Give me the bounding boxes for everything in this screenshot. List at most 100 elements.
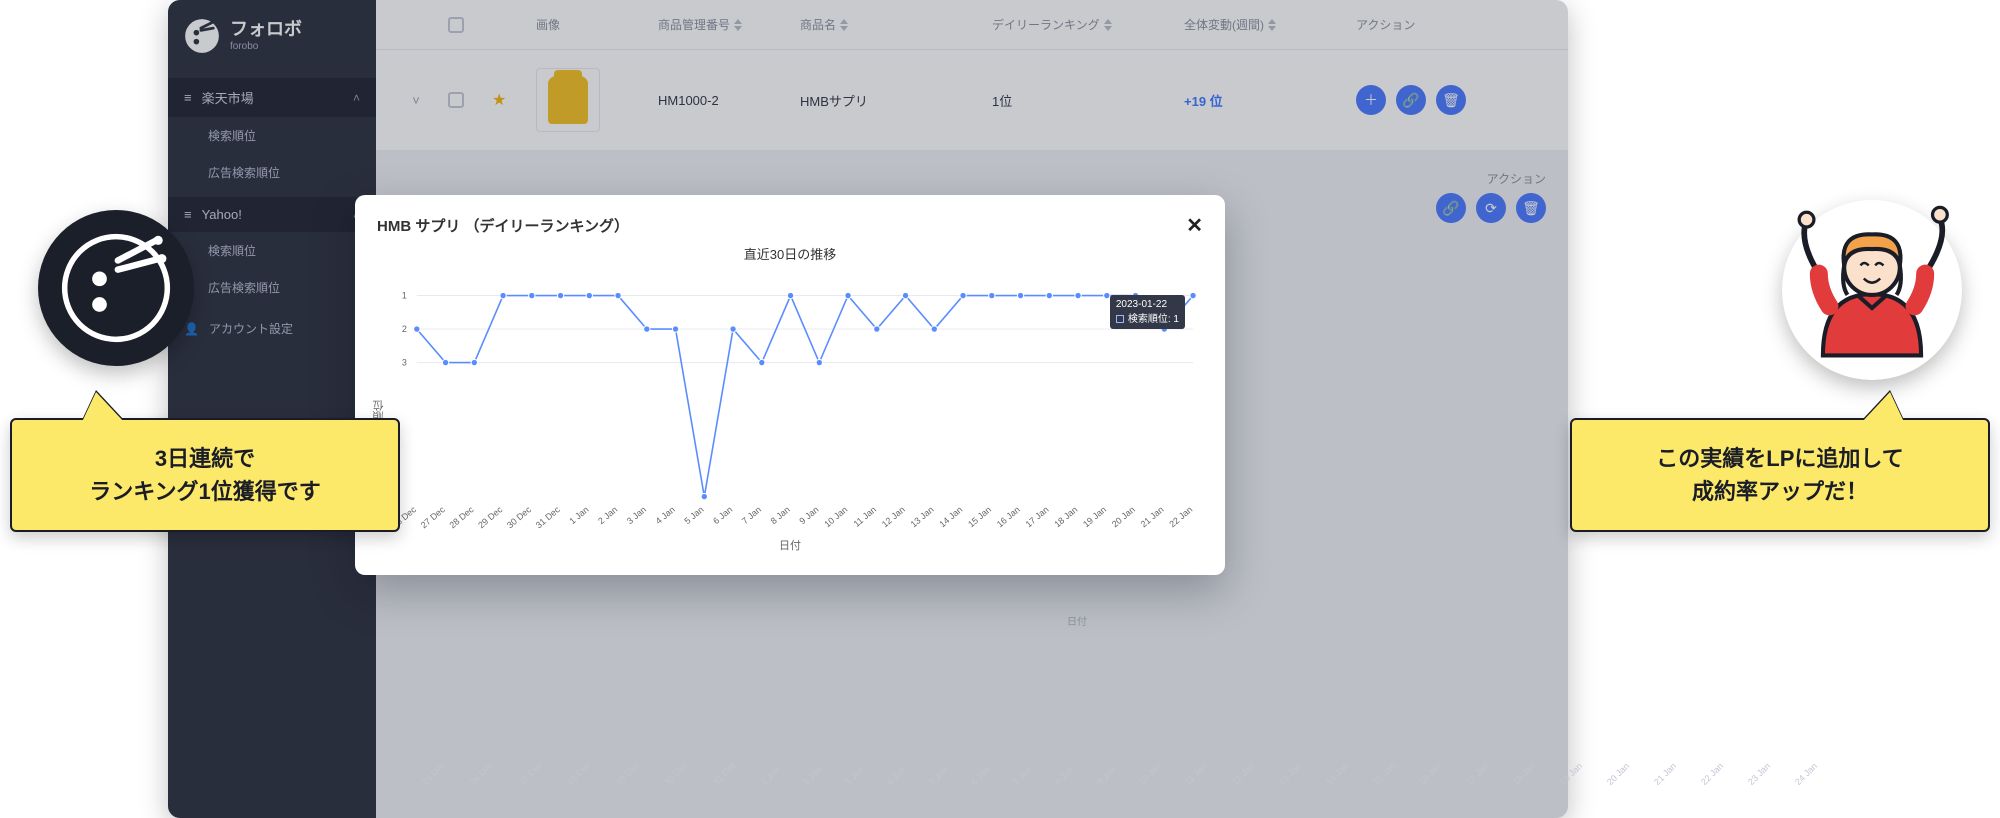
speech-left: 3日連続で ランキング1位獲得です [10,418,400,532]
cell-rank: 1位 [992,91,1172,110]
svg-text:17 Jan: 17 Jan [1024,504,1051,529]
table-row: ˅ ★ HM1000-2 HMBサプリ 1位 +19 位 ＋ 🔗 🗑 [376,50,1568,151]
sidebar: フォロボ forobo ≡楽天市場 ˄ 検索順位 広告検索順位 ≡Yahoo! … [168,0,376,818]
delete-button[interactable]: 🗑 [1516,193,1546,223]
svg-text:16 Jan: 16 Jan [995,504,1022,529]
cell-name: HMBサプリ [800,91,980,110]
speech-right-line2: 成約率アップだ！ [1606,475,1954,508]
th-delta[interactable]: 全体変動(週間) [1184,16,1344,33]
cell-delta: +19 位 [1184,91,1344,110]
row-checkbox[interactable] [448,92,464,108]
chart-area: 順位 12326 Dec27 Dec28 Dec29 Dec30 Dec31 D… [377,271,1203,551]
svg-text:12 Jan: 12 Jan [880,504,907,529]
header-checkbox[interactable] [448,17,464,33]
refresh-button[interactable]: ⟳ [1476,193,1506,223]
th-image: 画像 [536,16,646,33]
nav-title-label: Yahoo! [202,207,242,222]
svg-text:27 Dec: 27 Dec [419,504,448,530]
svg-text:6 Jan: 6 Jan [711,504,734,526]
list-icon: ≡ [184,207,192,222]
tooltip-value: 検索順位: 1 [1128,314,1179,325]
list-icon: ≡ [184,90,192,105]
speech-right: この実績をLPに追加して 成約率アップだ！ [1570,418,1990,532]
extra-actions: アクション 🔗 ⟳ 🗑 [1436,170,1546,223]
svg-text:2 Jan: 2 Jan [596,504,619,526]
robot-icon [61,233,171,343]
ranking-modal: HMB サプリ （デイリーランキング） ✕ 直近30日の推移 順位 12326 … [355,195,1225,575]
nav-title-yahoo[interactable]: ≡Yahoo! ˄ [168,197,376,232]
tooltip-swatch [1116,315,1124,323]
svg-text:3 Jan: 3 Jan [625,504,648,526]
svg-text:20 Jan: 20 Jan [1110,504,1137,529]
svg-text:5 Jan: 5 Jan [682,504,705,526]
cell-sku: HM1000-2 [658,93,788,108]
svg-text:4 Jan: 4 Jan [654,504,677,526]
nav-item-yahoo-search[interactable]: 検索順位 [168,232,376,269]
chevron-up-icon: ˄ [353,91,360,105]
star-icon[interactable]: ★ [492,90,524,110]
svg-text:13 Jan: 13 Jan [909,504,936,529]
expand-toggle[interactable]: ˅ [396,93,436,108]
brand-en: forobo [230,42,302,52]
close-icon[interactable]: ✕ [1186,213,1203,238]
svg-text:22 Jan: 22 Jan [1167,504,1194,529]
sort-icon [734,19,742,31]
svg-text:7 Jan: 7 Jan [740,504,763,526]
th-sku[interactable]: 商品管理番号 [658,16,788,33]
svg-text:30 Dec: 30 Dec [505,504,534,530]
svg-text:14 Jan: 14 Jan [937,504,964,529]
row-actions: ＋ 🔗 🗑 [1356,85,1536,115]
sort-icon [840,19,848,31]
svg-text:1 Jan: 1 Jan [567,504,590,526]
chart-title: 直近30日の推移 [377,244,1203,263]
link-button[interactable]: 🔗 [1436,193,1466,223]
svg-text:21 Jan: 21 Jan [1139,504,1166,529]
th-rank[interactable]: デイリーランキング [992,16,1172,33]
svg-text:29 Dec: 29 Dec [476,504,505,530]
bg-xlabel: 日付 [1067,613,1087,628]
brand-jp: フォロボ [230,20,302,38]
nav-group-yahoo: ≡Yahoo! ˄ 検索順位 広告検索順位 [168,197,376,306]
line-chart: 12326 Dec27 Dec28 Dec29 Dec30 Dec31 Dec1… [377,271,1203,551]
svg-text:9 Jan: 9 Jan [797,504,820,526]
speech-tail [1862,392,1904,422]
mascot-left [38,210,194,366]
nav-item-yahoo-ad[interactable]: 広告検索順位 [168,269,376,306]
th-name[interactable]: 商品名 [800,16,980,33]
svg-text:28 Dec: 28 Dec [447,504,476,530]
delete-button[interactable]: 🗑 [1436,85,1466,115]
svg-text:15 Jan: 15 Jan [966,504,993,529]
speech-right-line1: この実績をLPに追加して [1606,442,1954,475]
link-button[interactable]: 🔗 [1396,85,1426,115]
brand: フォロボ forobo [168,0,376,72]
chart-tooltip: 2023-01-22 検索順位: 1 [1110,295,1185,329]
nav-item-rakuten-ad[interactable]: 広告検索順位 [168,154,376,191]
actions-label: アクション [1436,170,1546,187]
sort-icon [1104,19,1112,31]
svg-text:11 Jan: 11 Jan [852,504,878,529]
nav-item-rakuten-search[interactable]: 検索順位 [168,117,376,154]
bg-ticks: 25 Dec26 Dec27 Dec28 Dec29 Dec30 Dec31 D… [420,780,1820,790]
svg-text:31 Dec: 31 Dec [534,504,563,530]
nav-account[interactable]: 👤 アカウント設定 [168,306,376,351]
svg-text:19 Jan: 19 Jan [1081,504,1108,529]
person-celebrating-icon [1782,180,1962,400]
nav-title-label: 楽天市場 [202,88,254,107]
svg-text:18 Jan: 18 Jan [1052,504,1079,529]
nav-group-rakuten: ≡ 楽天市場 ˄ 検索順位 広告検索順位 [168,78,376,191]
svg-text:3: 3 [402,358,407,368]
nav-account-label: アカウント設定 [209,320,293,337]
svg-text:8 Jan: 8 Jan [769,504,792,526]
user-icon: 👤 [184,322,199,336]
add-button[interactable]: ＋ [1356,85,1386,115]
sort-icon [1268,19,1276,31]
modal-title: HMB サプリ （デイリーランキング） [377,215,629,236]
table-header: 画像 商品管理番号 商品名 デイリーランキング 全体変動(週間) アクション [376,0,1568,50]
x-axis-label: 日付 [779,537,801,553]
nav-title-rakuten[interactable]: ≡ 楽天市場 ˄ [168,78,376,117]
logo-icon [184,18,220,54]
mascot-right [1782,200,1962,380]
speech-left-line2: ランキング1位獲得です [46,475,364,508]
speech-tail [82,392,124,422]
svg-text:10 Jan: 10 Jan [822,504,849,529]
